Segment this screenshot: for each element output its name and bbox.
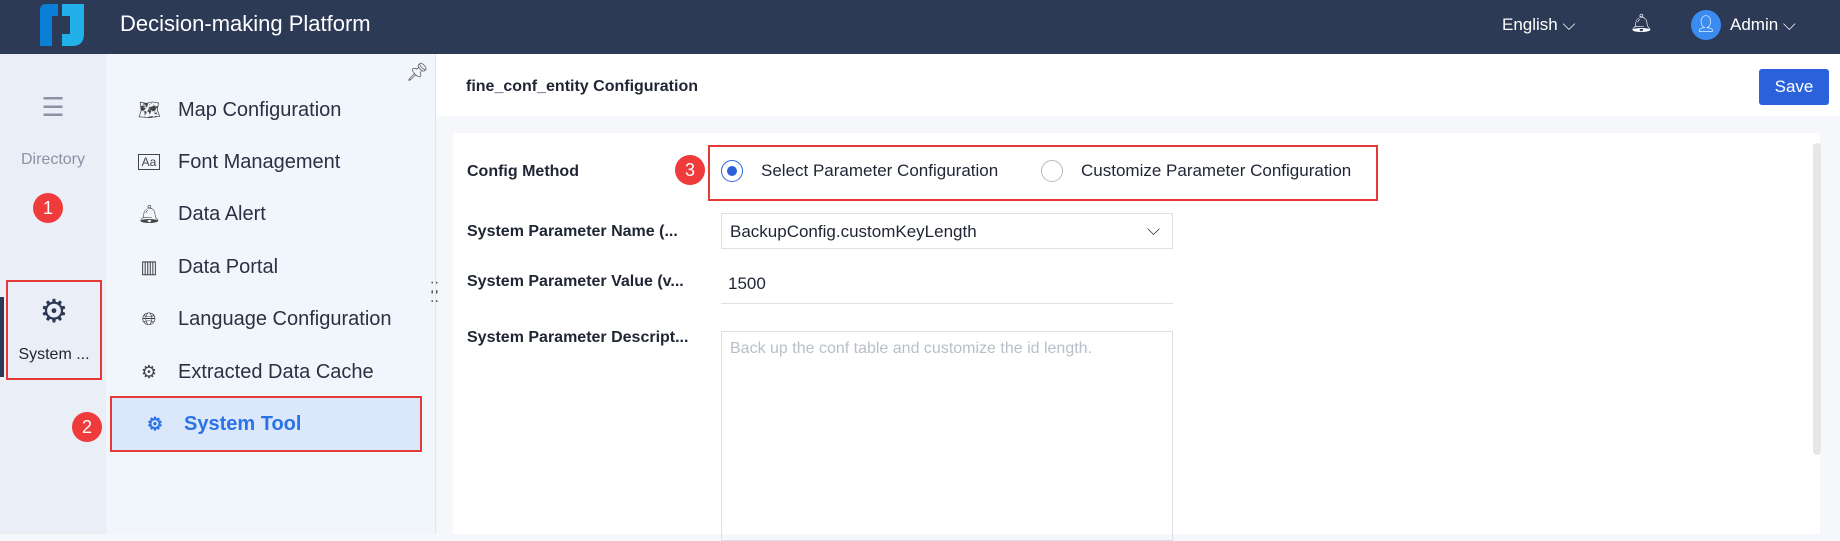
menu-item-system-tool[interactable]: ⚙ System Tool [110, 396, 422, 452]
user-menu[interactable]: Admin ⌵ [1730, 15, 1796, 35]
menu-item-label: Map Configuration [178, 98, 342, 121]
param-desc-label: System Parameter Descript... [467, 329, 689, 346]
avatar[interactable]: 👤︎ [1691, 10, 1721, 40]
list-icon: ☰ [41, 92, 65, 122]
rail-item-label: Directory [20, 151, 85, 168]
menu-item-map-configuration[interactable]: 🗺︎ Map Configuration [106, 82, 436, 138]
map-icon: 🗺︎ [138, 99, 161, 120]
page-title: fine_conf_entity Configuration [466, 78, 698, 95]
menu-item-label: Language Configuration [178, 307, 392, 330]
menu-item-label: Extracted Data Cache [178, 360, 374, 383]
chevron-down-icon: ⌵ [1147, 220, 1160, 239]
radio-customize-parameter[interactable]: Customize Parameter Configuration [1041, 160, 1351, 182]
page-header: fine_conf_entity Configuration Save [436, 54, 1840, 116]
step-badge: 2 [72, 412, 102, 442]
globe-icon: 🌐︎ [141, 308, 157, 329]
menu-item-data-alert[interactable]: 🔔︎ Data Alert [106, 186, 436, 242]
menu-item-language-configuration[interactable]: 🌐︎ Language Configuration [106, 291, 436, 347]
notification-bell-icon[interactable]: 🔔︎ [1630, 13, 1653, 34]
active-indicator [0, 297, 4, 377]
pin-icon[interactable]: 📌︎ [406, 62, 429, 83]
resize-handle[interactable]: ⁚⁚ ⁚⁚ [430, 280, 439, 304]
menu-item-extracted-data-cache[interactable]: ⚙ Extracted Data Cache [106, 344, 436, 400]
scrollbar[interactable] [1813, 143, 1821, 455]
gear-icon: ⚙ [39, 293, 69, 329]
config-form: Config Method 3 Select Parameter Configu… [453, 133, 1821, 541]
gear-tool-icon: ⚙ [146, 413, 164, 434]
step-badge: 1 [33, 193, 63, 223]
param-desc-textarea[interactable]: Back up the conf table and customize the… [721, 331, 1173, 541]
language-selector[interactable]: English ⌵ [1502, 15, 1575, 35]
param-name-label: System Parameter Name (... [467, 223, 678, 240]
top-header: Decision-making Platform English ⌵ 🔔︎ 👤︎… [0, 0, 1840, 54]
menu-item-label: System Tool [184, 412, 302, 435]
radio-checked-icon [721, 160, 743, 182]
radio-label: Customize Parameter Configuration [1081, 161, 1352, 180]
gear-icon: ⚙ [140, 361, 158, 382]
menu-item-label: Data Alert [178, 202, 266, 225]
submenu: 📌︎ 🗺︎ Map Configuration Aa Font Management… [106, 54, 436, 534]
chevron-down-icon: ⌵ [1782, 15, 1796, 34]
bell-icon: 🔔︎ [138, 203, 161, 224]
user-name: Admin [1730, 15, 1779, 34]
rail-item-label: System ... [18, 346, 90, 363]
param-value-label: System Parameter Value (v... [467, 273, 684, 290]
select-value: BackupConfig.customKeyLength [730, 222, 977, 241]
app-title: Decision-making Platform [120, 11, 371, 36]
left-rail: ☰ Directory ⚙ System ... [0, 54, 106, 534]
chevron-down-icon: ⌵ [1562, 15, 1576, 34]
menu-item-font-management[interactable]: Aa Font Management [106, 134, 436, 190]
step-badge: 3 [675, 155, 705, 185]
font-icon: Aa [138, 154, 160, 170]
radio-label: Select Parameter Configuration [761, 161, 999, 180]
param-name-select[interactable]: BackupConfig.customKeyLength ⌵ [721, 213, 1173, 249]
radio-select-parameter[interactable]: Select Parameter Configuration [721, 160, 998, 182]
save-button[interactable]: Save [1759, 69, 1829, 105]
menu-item-label: Font Management [178, 150, 341, 173]
menu-item-label: Data Portal [178, 255, 279, 278]
config-method-label: Config Method [467, 163, 579, 180]
rail-item-directory[interactable]: ☰ Directory [0, 92, 106, 169]
logo-icon [40, 4, 84, 46]
menu-item-data-portal[interactable]: ▥ Data Portal [106, 239, 436, 295]
param-value-input[interactable]: 1500 [721, 264, 1173, 304]
radio-unchecked-icon [1041, 160, 1063, 182]
language-label: English [1502, 15, 1558, 34]
chart-icon: ▥ [140, 256, 158, 277]
rail-item-system[interactable]: ⚙ System ... [6, 280, 102, 380]
